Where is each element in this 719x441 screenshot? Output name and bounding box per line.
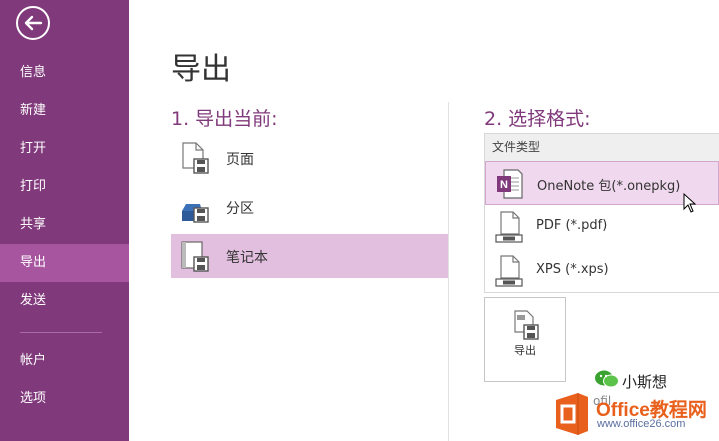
nav-item-share[interactable]: 共享	[0, 206, 129, 244]
watermark-url: www.office26.com	[597, 418, 686, 430]
nav-item-info[interactable]: 信息	[0, 54, 129, 92]
page-title: 导出	[171, 52, 231, 87]
column-divider	[448, 102, 449, 441]
nav-item-new[interactable]: 新建	[0, 92, 129, 130]
step2-heading: 2. 选择格式:	[484, 108, 591, 130]
onenote-package-icon: N	[497, 169, 523, 199]
export-button[interactable]: 导出	[484, 297, 566, 382]
page-export-icon	[182, 142, 209, 174]
export-option-notebook[interactable]: 笔记本	[171, 234, 448, 278]
nav-item-open[interactable]: 打开	[0, 130, 129, 168]
pdf-file-icon	[495, 211, 523, 243]
wechat-icon	[595, 370, 619, 388]
export-option-label: 笔记本	[226, 250, 268, 266]
nav-item-account[interactable]: 帐户	[0, 342, 129, 380]
backstage-sidebar: 信息 新建 打开 打印 共享 导出 发送 帐户 选项	[0, 0, 129, 441]
nav-item-print[interactable]: 打印	[0, 168, 129, 206]
export-button-label: 导出	[514, 344, 536, 357]
export-option-label: 分区	[226, 201, 254, 217]
nav-divider	[20, 332, 102, 333]
nav-item-send[interactable]: 发送	[0, 282, 129, 320]
back-arrow-icon[interactable]	[15, 5, 51, 41]
svg-text:N: N	[500, 179, 508, 191]
format-label: OneNote 包(*.onepkg)	[537, 179, 681, 194]
export-save-icon	[514, 310, 539, 340]
export-option-page[interactable]: 页面	[171, 136, 448, 180]
export-option-label: 页面	[226, 152, 254, 168]
notebook-export-icon	[181, 241, 209, 272]
file-type-header: 文件类型	[485, 134, 719, 161]
file-type-list: 文件类型 N OneNote 包(*.onepkg) PDF (*.pdf) X…	[484, 133, 719, 293]
format-xps[interactable]: XPS (*.xps)	[485, 249, 719, 293]
nav-item-options[interactable]: 选项	[0, 380, 129, 418]
format-label: XPS (*.xps)	[536, 262, 609, 277]
watermark-wechat-text: 小斯想	[622, 373, 668, 391]
office-logo-icon	[556, 393, 588, 435]
export-option-section[interactable]: 分区	[171, 185, 448, 229]
format-label: PDF (*.pdf)	[536, 218, 608, 233]
xps-file-icon	[495, 255, 523, 287]
mouse-cursor-icon	[683, 193, 697, 213]
section-export-icon	[182, 204, 209, 223]
step1-heading: 1. 导出当前:	[171, 108, 278, 130]
nav-item-export[interactable]: 导出	[0, 244, 129, 282]
